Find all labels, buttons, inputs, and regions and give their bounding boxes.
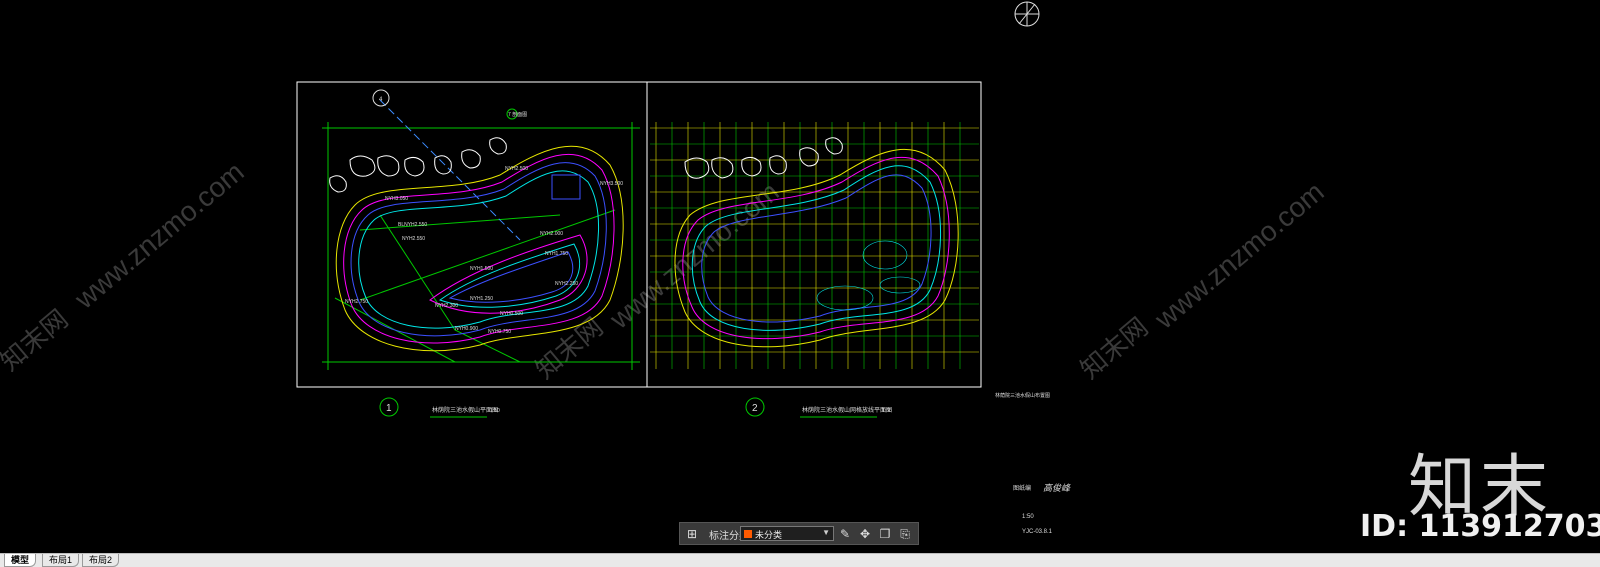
watermark-text-cn-3: 知末网 xyxy=(1075,311,1154,384)
watermark-text-3: www.znzmo.com xyxy=(1148,176,1330,335)
panel-1-detail-box xyxy=(551,174,581,200)
chevron-down-icon: ▼ xyxy=(822,528,830,537)
svg-text:NYH1.250: NYH1.250 xyxy=(470,296,493,302)
tab-layout-2[interactable]: 布局2 xyxy=(82,554,120,567)
cad-canvas[interactable]: www.znzmo.com 知末网 www.znzmo.com 知末网 www.… xyxy=(0,0,1600,567)
sheet-scale: 1:50 xyxy=(1022,514,1034,520)
sheet-code: YJC-03.8.1 xyxy=(1022,529,1053,535)
watermark-id: ID: 1139127037 xyxy=(1360,509,1600,544)
svg-text:NYH2.500: NYH2.500 xyxy=(505,166,528,172)
watermark-text-cn-1: 知末网 xyxy=(0,303,74,376)
svg-text:NYH3.500: NYH3.500 xyxy=(600,181,623,187)
category-select-value: 未分类 xyxy=(755,530,783,540)
annotation-toolbar: ⊞ 标注分类 未分类 ▼ ✎ ✥ ❐ ⎘ xyxy=(679,522,919,545)
svg-text:NYH2.550: NYH2.550 xyxy=(402,236,425,242)
north-arrow-icon xyxy=(1014,1,1040,27)
move-icon[interactable]: ✥ xyxy=(857,526,873,542)
tab-model[interactable]: 模型 xyxy=(4,554,37,567)
panel-2-title-block: 2 林荫院三池水假山网格放线平面图 1:50 xyxy=(745,397,892,418)
svg-text:NYH0.900: NYH0.900 xyxy=(455,326,478,332)
panel-1-rocks xyxy=(329,137,507,193)
svg-text:NYH0.750: NYH0.750 xyxy=(488,329,511,335)
sheet-info: 林荫院三池水假山布置图 图纸编 高俊峰 1:50 YJC-03.8.1 xyxy=(995,392,1071,535)
callout-label: 7 剖面图 xyxy=(508,111,527,118)
panel-2-scale: 1:50 xyxy=(882,408,892,414)
copy-icon[interactable]: ❐ xyxy=(877,526,893,542)
svg-text:NYH2.300: NYH2.300 xyxy=(435,303,458,309)
panel-1-callout: 7 剖面图 4 xyxy=(372,89,527,120)
panel-1-title: 林荫院三池水假山平面图 xyxy=(432,406,498,414)
svg-text:NYH1.500: NYH1.500 xyxy=(470,266,493,272)
sheet-title: 林荫院三池水假山布置图 xyxy=(995,392,1050,399)
panel-2-title: 林荫院三池水假山网格放线平面图 xyxy=(802,406,892,414)
watermark-text-1: www.znzmo.com xyxy=(68,156,250,315)
svg-text:NYH2.000: NYH2.000 xyxy=(540,231,563,237)
category-color-swatch xyxy=(744,530,752,538)
panel-1-number: 1 xyxy=(386,403,392,414)
watermark-layer: www.znzmo.com 知末网 www.znzmo.com 知末网 www.… xyxy=(0,156,1330,385)
panel-1-title-block: 1 林荫院三池水假山平面图 1:50 xyxy=(379,397,500,418)
panel-2-number: 2 xyxy=(752,403,758,414)
signature: 高俊峰 xyxy=(1043,483,1071,493)
svg-text:NYH0.500: NYH0.500 xyxy=(500,311,523,317)
svg-text:NYH2.250: NYH2.250 xyxy=(555,281,578,287)
grid-icon[interactable]: ⊞ xyxy=(684,526,700,542)
svg-text:NYH3.050: NYH3.050 xyxy=(385,196,408,202)
tab-layout-1[interactable]: 布局1 xyxy=(42,554,80,567)
svg-text:NYH1.750: NYH1.750 xyxy=(545,251,568,257)
edit-icon[interactable]: ✎ xyxy=(837,526,853,542)
category-select[interactable]: 未分类 ▼ xyxy=(740,526,834,541)
svg-text:BLNYH2.550: BLNYH2.550 xyxy=(398,222,427,228)
panel-1-scale: 1:50 xyxy=(490,408,500,414)
layout-tabs-bar: 模型 布局1 布局2 xyxy=(0,553,1600,567)
svg-text:NYH2.750: NYH2.750 xyxy=(345,299,368,305)
designer-label: 图纸编 xyxy=(1013,484,1031,492)
watermark-text-cn-2: 知末网 xyxy=(530,311,609,384)
paste-icon[interactable]: ⎘ xyxy=(897,526,913,542)
